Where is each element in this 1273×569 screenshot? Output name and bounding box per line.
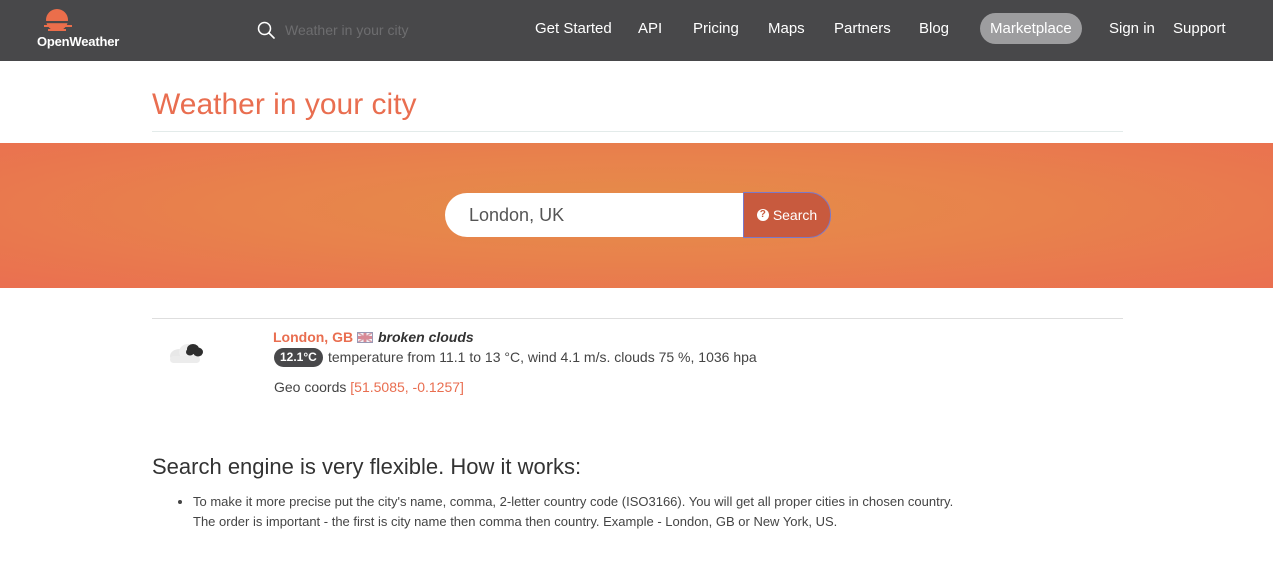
search-icon[interactable] [257,21,275,39]
nav-search-input[interactable] [283,19,457,41]
list-item-line-1: To make it more precise put the city's n… [193,494,954,509]
nav-support[interactable]: Support [1173,20,1226,37]
how-it-works-heading: Search engine is very flexible. How it w… [152,454,582,479]
city-search-input[interactable] [445,193,744,237]
nav-sign-in[interactable]: Sign in [1109,20,1155,37]
page-title: Weather in your city [152,88,417,121]
title-divider [152,131,1123,132]
gb-flag-icon [357,332,373,343]
nav-marketplace[interactable]: Marketplace [980,13,1082,44]
geo-coords: Geo coords [51.5085, -0.1257] [274,379,464,395]
sun-logo-icon [40,9,74,31]
top-nav: OpenWeather Get Started API Pricing Maps… [0,0,1273,61]
result-description: broken clouds [378,329,474,345]
nav-pricing[interactable]: Pricing [693,20,739,37]
question-circle-icon: ? [756,209,769,221]
list-item: To make it more precise put the city's n… [193,492,1093,532]
how-it-works-list: To make it more precise put the city's n… [175,492,1093,532]
search-button[interactable]: ? Search [743,192,831,238]
nav-maps[interactable]: Maps [768,20,805,37]
nav-blog[interactable]: Blog [919,20,949,37]
nav-partners[interactable]: Partners [834,20,891,37]
temperature-badge: 12.1°C [274,348,323,367]
nav-api[interactable]: API [638,20,662,37]
list-item-line-2: The order is important - the first is ci… [193,514,838,529]
broken-clouds-icon [170,344,203,363]
result-city-link[interactable]: London, GB [273,329,353,345]
geo-coords-label: Geo coords [274,379,347,395]
openweather-logo[interactable]: OpenWeather [36,8,136,54]
nav-search [257,19,457,41]
result-details: temperature from 11.1 to 13 °C, wind 4.1… [328,349,757,365]
hero-search-section: ? Search [0,143,1273,288]
search-button-label: Search [772,207,818,223]
geo-coords-link[interactable]: [51.5085, -0.1257] [350,379,464,395]
nav-get-started[interactable]: Get Started [535,20,612,37]
result-divider [152,318,1123,319]
logo-text: OpenWeather [37,34,120,49]
